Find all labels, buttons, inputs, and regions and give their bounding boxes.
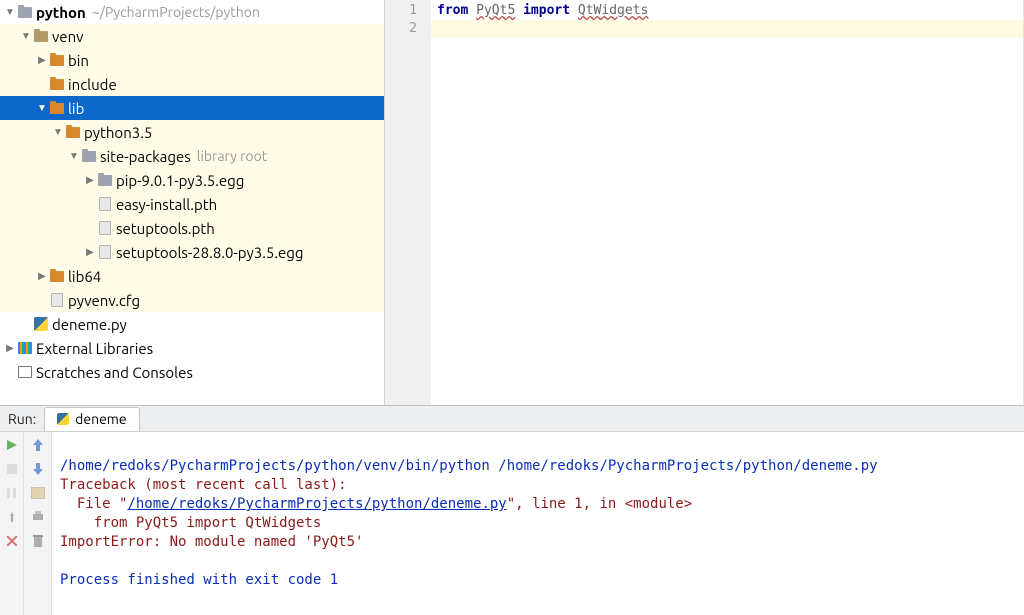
folder-icon	[32, 31, 50, 42]
arrow-down-icon[interactable]	[29, 460, 47, 478]
chevron-down-icon[interactable]: ▼	[4, 6, 16, 18]
code-line[interactable]: from PyQt5 import QtWidgets	[431, 2, 1023, 20]
tree-row[interactable]: include	[0, 72, 384, 96]
tree-row[interactable]: deneme.py	[0, 312, 384, 336]
tree-row[interactable]: ▶ bin	[0, 48, 384, 72]
console-output[interactable]: /home/redoks/PycharmProjects/python/venv…	[52, 432, 1024, 615]
python-icon	[57, 413, 69, 425]
console-exit: Process finished with exit code 1	[60, 572, 338, 588]
wrap-icon[interactable]	[29, 484, 47, 502]
chevron-down-icon[interactable]: ▼	[20, 30, 32, 42]
python-icon	[32, 317, 50, 331]
library-icon	[16, 342, 34, 354]
file-icon	[96, 245, 114, 259]
tree-item-label: venv	[52, 28, 83, 45]
code-line-current[interactable]	[431, 20, 1023, 38]
tree-row[interactable]: ▶ pip-9.0.1-py3.5.egg	[0, 168, 384, 192]
chevron-right-icon[interactable]: ▶	[36, 54, 48, 66]
tree-item-label: lib	[68, 100, 84, 117]
folder-icon	[64, 127, 82, 138]
tree-item-label: External Libraries	[36, 340, 153, 357]
run-panel: Run: deneme /home/redoks/PycharmProjects…	[0, 405, 1024, 615]
folder-icon	[16, 7, 34, 18]
run-panel-header: Run: deneme	[0, 406, 1024, 432]
editor-code-area[interactable]: from PyQt5 import QtWidgets	[431, 0, 1023, 405]
module-ref: PyQt5	[476, 3, 515, 18]
run-panel-label: Run:	[0, 411, 44, 427]
scratches-icon	[16, 366, 34, 378]
tree-item-label: python	[36, 4, 86, 21]
chevron-right-icon[interactable]: ▶	[84, 246, 96, 258]
tree-row[interactable]: ▶ setuptools-28.8.0-py3.5.egg	[0, 240, 384, 264]
tree-item-label: lib64	[68, 268, 101, 285]
class-ref: QtWidgets	[578, 3, 648, 18]
folder-icon	[48, 79, 66, 90]
trash-icon[interactable]	[29, 532, 47, 550]
chevron-right-icon[interactable]: ▶	[4, 342, 16, 354]
project-tree[interactable]: ▼ python ~/PycharmProjects/python ▼ venv ▶ bin…	[0, 0, 385, 405]
folder-icon	[48, 55, 66, 66]
code-editor[interactable]: 1 2 from PyQt5 import QtWidgets	[385, 0, 1024, 405]
editor-gutter: 1 2	[385, 0, 431, 405]
tree-item-label: setuptools.pth	[116, 220, 215, 237]
folder-icon	[48, 103, 66, 114]
run-tab-label: deneme	[75, 411, 126, 427]
tree-item-label: Scratches and Consoles	[36, 364, 193, 381]
folder-icon	[80, 151, 98, 162]
print-icon[interactable]	[29, 508, 47, 526]
tree-row[interactable]: ▼ python3.5	[0, 120, 384, 144]
gutter-line: 1	[385, 2, 431, 20]
file-icon	[48, 293, 66, 307]
keyword: import	[523, 3, 570, 18]
tree-item-hint: library root	[197, 148, 268, 164]
pin-icon[interactable]	[3, 508, 21, 526]
tree-row[interactable]: ▼ lib	[0, 96, 384, 120]
run-tab[interactable]: deneme	[44, 407, 139, 431]
chevron-down-icon[interactable]: ▼	[68, 150, 80, 162]
folder-icon	[96, 175, 114, 186]
keyword: from	[437, 3, 468, 18]
pause-button-icon[interactable]	[3, 484, 21, 502]
tree-row[interactable]: Scratches and Consoles	[0, 360, 384, 384]
run-toolbar-right	[24, 432, 52, 615]
console-error: ImportError: No module named 'PyQt5'	[60, 534, 363, 550]
console-file-line: File "/home/redoks/PycharmProjects/pytho…	[60, 496, 692, 512]
chevron-right-icon[interactable]: ▶	[36, 270, 48, 282]
tree-item-label: pip-9.0.1-py3.5.egg	[116, 172, 244, 189]
tree-row[interactable]: ▼ python ~/PycharmProjects/python	[0, 0, 384, 24]
folder-icon	[48, 271, 66, 282]
tree-row[interactable]: easy-install.pth	[0, 192, 384, 216]
tree-item-label: setuptools-28.8.0-py3.5.egg	[116, 244, 304, 261]
console-import-line: from PyQt5 import QtWidgets	[60, 515, 321, 531]
tree-row[interactable]: ▼ site-packages library root	[0, 144, 384, 168]
tree-row[interactable]: ▶ External Libraries	[0, 336, 384, 360]
close-icon[interactable]	[3, 532, 21, 550]
run-button-icon[interactable]	[3, 436, 21, 454]
tree-row[interactable]: ▼ venv	[0, 24, 384, 48]
tree-item-label: easy-install.pth	[116, 196, 217, 213]
tree-row[interactable]: ▶ lib64	[0, 264, 384, 288]
gutter-line: 2	[385, 20, 431, 38]
tree-row[interactable]: pyvenv.cfg	[0, 288, 384, 312]
tree-row[interactable]: setuptools.pth	[0, 216, 384, 240]
stop-button-icon[interactable]	[3, 460, 21, 478]
file-icon	[96, 197, 114, 211]
run-toolbar-left	[0, 432, 24, 615]
console-cmd: /home/redoks/PycharmProjects/python/venv…	[60, 458, 878, 474]
tree-item-hint: ~/PycharmProjects/python	[92, 4, 260, 20]
tree-item-label: python3.5	[84, 124, 152, 141]
chevron-down-icon[interactable]: ▼	[52, 126, 64, 138]
chevron-right-icon[interactable]: ▶	[84, 174, 96, 186]
tree-item-label: bin	[68, 52, 89, 69]
file-icon	[96, 221, 114, 235]
arrow-up-icon[interactable]	[29, 436, 47, 454]
tree-item-label: pyvenv.cfg	[68, 292, 140, 309]
tree-item-label: site-packages	[100, 148, 191, 165]
tree-item-label: deneme.py	[52, 316, 127, 333]
chevron-down-icon[interactable]: ▼	[36, 102, 48, 114]
console-file-link[interactable]: /home/redoks/PycharmProjects/python/dene…	[127, 496, 506, 512]
tree-item-label: include	[68, 76, 117, 93]
console-traceback: Traceback (most recent call last):	[60, 477, 347, 493]
